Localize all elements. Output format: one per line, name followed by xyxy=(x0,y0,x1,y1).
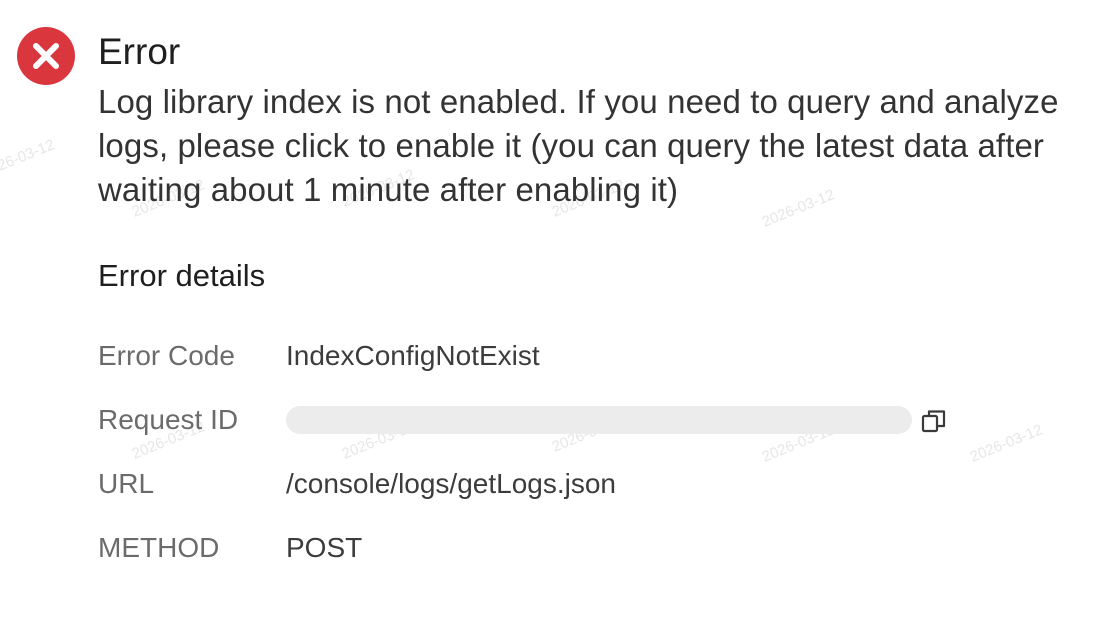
detail-value: IndexConfigNotExist xyxy=(286,340,540,371)
detail-label: METHOD xyxy=(98,532,220,563)
detail-label: URL xyxy=(98,468,155,499)
detail-value: /console/logs/getLogs.json xyxy=(286,468,616,499)
error-details-heading: Error details xyxy=(98,258,266,293)
error-message: Log library index is not enabled. If you… xyxy=(98,83,1059,208)
detail-label: Error Code xyxy=(98,340,235,371)
error-title: Error xyxy=(98,31,181,72)
detail-value: POST xyxy=(286,532,363,563)
redacted-request-id xyxy=(286,406,912,434)
detail-label: Request ID xyxy=(98,404,239,435)
watermark: 2026-03-12 xyxy=(0,136,58,181)
close-circle-icon xyxy=(16,26,76,86)
copy-icon[interactable] xyxy=(920,406,948,434)
error-dialog: 2026-03-12 2026-03-12 2026-03-12 2026-03… xyxy=(0,0,1119,626)
watermark: 2026-03-12 xyxy=(967,421,1046,466)
